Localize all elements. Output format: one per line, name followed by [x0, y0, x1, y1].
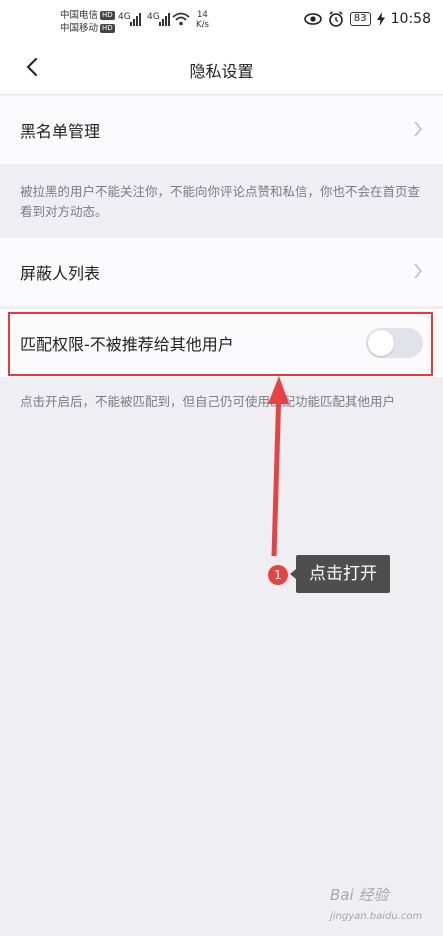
- page-title: 隐私设置: [189, 62, 254, 81]
- network-speed-value: 14: [197, 10, 208, 20]
- hd-badge-2: HD: [100, 24, 115, 33]
- status-right: 83 10:58: [304, 11, 431, 27]
- watermark-url: jingyan.baidu.com: [330, 911, 423, 922]
- highlight-box: [8, 312, 433, 376]
- wifi-icon: [172, 12, 190, 26]
- alarm-icon: [329, 11, 343, 27]
- chevron-right-icon: [414, 121, 423, 137]
- carrier-1: 中国电信: [60, 10, 99, 21]
- charging-icon: [376, 12, 385, 26]
- eye-icon: [304, 13, 322, 25]
- network-type-1: 4G: [118, 12, 131, 22]
- network-type-2: 4G: [147, 12, 160, 22]
- match-permission-note: 点击开启后，不能被匹配到，但自己仍可使用匹配功能匹配其他用户: [20, 394, 396, 409]
- blocked-list-label: 屏蔽人列表: [20, 264, 101, 283]
- signal-icon-1: [130, 12, 144, 26]
- blacklist-management-row[interactable]: 黑名单管理: [0, 96, 443, 164]
- tooltip-label: 点击打开: [290, 555, 390, 593]
- clock: 10:58: [390, 11, 431, 27]
- signal-icon-2: [159, 12, 173, 26]
- status-bar: 中国电信 HD 中国移动 HD 4G 4G 14 K/s 83 10:58: [0, 0, 443, 42]
- battery-level: 83: [349, 12, 371, 26]
- blacklist-note: 被拉黑的用户不能关注你，不能向你评论点赞和私信，你也不会在首页查看到对方动态。: [20, 184, 421, 219]
- nav-bar: 隐私设置: [0, 42, 443, 95]
- network-speed: 14 K/s: [196, 10, 209, 30]
- blacklist-management-label: 黑名单管理: [20, 122, 101, 141]
- chevron-right-icon: [414, 263, 423, 279]
- carrier-info: 中国电信 HD 中国移动 HD: [60, 9, 115, 35]
- watermark-text: Bai: [330, 886, 354, 904]
- step-number-badge: 1: [268, 565, 288, 585]
- hd-badge-1: HD: [100, 11, 115, 20]
- carrier-2: 中国移动: [60, 23, 99, 34]
- baidu-watermark: Bai 经验 jingyan.baidu.com: [330, 884, 422, 923]
- watermark-text-2: 经验: [358, 886, 389, 904]
- network-speed-unit: K/s: [196, 20, 209, 30]
- blocked-list-row[interactable]: 屏蔽人列表: [0, 238, 443, 306]
